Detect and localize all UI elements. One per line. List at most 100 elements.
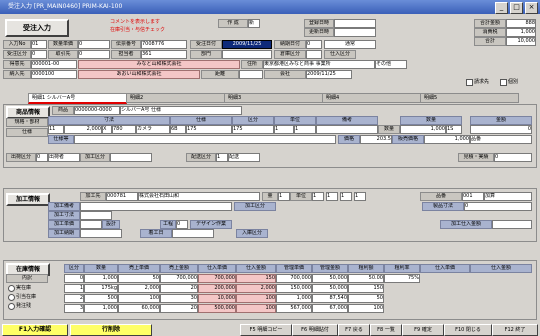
shiyou-field[interactable] (74, 135, 336, 144)
zaiko-cell[interactable]: 700,000 (276, 274, 312, 283)
haisou-field[interactable]: 1 (216, 153, 228, 162)
zaiko-cell[interactable]: 700,000 (198, 274, 236, 283)
kyori-field[interactable] (239, 70, 263, 79)
maximize-icon[interactable]: □ (510, 2, 523, 14)
shouhin-cell-5[interactable]: カメラ (136, 125, 170, 134)
zaiko-cell[interactable]: 150,000 (276, 284, 312, 293)
f7-back-button[interactable]: F7 戻る (338, 324, 370, 336)
zaiko-cell[interactable]: 50 (118, 274, 160, 283)
kako-field[interactable] (110, 153, 152, 162)
zaiko-cell[interactable]: 175kg (84, 284, 118, 293)
row2-field-4[interactable] (222, 50, 272, 59)
kakou-hinban-field[interactable]: 001 (462, 192, 484, 201)
kakou-tani-field[interactable]: 1 (312, 192, 324, 201)
deadline-field[interactable]: 0 (306, 40, 322, 49)
zaiko-cell[interactable]: 200,000 (198, 284, 236, 293)
zaiko-cell[interactable]: 500 (84, 294, 118, 303)
kakou-ryou-field[interactable]: 1 (278, 192, 290, 201)
zaiko-radio-2[interactable] (8, 294, 15, 301)
mitsumori-field[interactable]: 0 (494, 153, 532, 162)
zaiko-radio-1[interactable] (8, 285, 15, 292)
shouhin-cell-7[interactable]: 175 (186, 125, 232, 134)
shouhin-cell-9[interactable]: 1 (274, 125, 294, 134)
zaiko-cell[interactable]: 1,000 (276, 294, 312, 303)
kakou-chakou-field[interactable] (172, 229, 214, 238)
denpyo-field[interactable]: 7008776 (141, 40, 187, 49)
kakou-bikou-field[interactable] (80, 202, 232, 211)
kakou-seihin-field[interactable]: 0 (464, 202, 532, 211)
f8-list-button[interactable]: F8 一覧 (370, 324, 402, 336)
zaiko-cell[interactable]: 60,000 (118, 304, 160, 313)
kakou-nouki-field[interactable] (80, 229, 122, 238)
zaiko-cell[interactable]: 500,000 (198, 304, 236, 313)
tab-meisai-5[interactable]: 明細5 (420, 93, 519, 103)
zaiko-cell[interactable]: 50,000 (312, 274, 348, 283)
zaiko-cell[interactable]: 567,000 (276, 304, 312, 313)
shouhin-cell-10[interactable]: 1 (294, 125, 316, 134)
row2-field-3[interactable]: 361 (141, 50, 187, 59)
tab-meisai-1[interactable]: 明細1 シルバーA号 (28, 93, 127, 104)
row2-field-2[interactable]: 0 (78, 50, 110, 59)
zaiko-cell[interactable]: 100 (236, 294, 276, 303)
kazu-field[interactable]: 0 (78, 40, 110, 49)
zaiko-cell[interactable]: 10,000 (198, 294, 236, 303)
hanbai-field[interactable]: 1,000 (424, 135, 470, 144)
kubun-field[interactable]: 通常 (324, 40, 376, 49)
shouhin-cell-14[interactable]: 1S (446, 125, 462, 134)
nounyu-code-field[interactable]: 0000100 (31, 70, 77, 79)
zaiko-radio-3[interactable] (8, 303, 15, 310)
zaiko-cell[interactable]: 20 (160, 284, 198, 293)
zaiko-cell[interactable]: 50 (348, 294, 384, 303)
shouhin-cell-6[interactable]: 6B (170, 125, 186, 134)
zaiko-cell[interactable]: 2 (64, 294, 84, 303)
zaiko-cell[interactable]: 150 (348, 284, 384, 293)
zaiko-cell[interactable]: 0 (64, 274, 84, 283)
f3-delete-row-button[interactable]: 行削除 (70, 324, 152, 336)
kakou-kotei-field[interactable]: 0 (176, 220, 188, 229)
zaiko-cell[interactable]: 700,000 (160, 274, 198, 283)
zaiko-cell[interactable]: 100 (236, 304, 276, 313)
kakou-r2[interactable]: 1 (340, 192, 352, 201)
kakou-sunpo-field[interactable] (80, 211, 112, 220)
shouhin-cell-2[interactable]: 2,000 (64, 125, 102, 134)
zaiko-cell[interactable]: 1 (64, 284, 84, 293)
shouhin-cell-4[interactable]: 780 (112, 125, 136, 134)
kakou-kakaku-field[interactable] (80, 220, 102, 229)
zaiko-cell[interactable]: 67,000 (312, 304, 348, 313)
zaiko-cell[interactable]: 50,000 (312, 284, 348, 293)
seikyu-checkbox[interactable] (466, 79, 473, 86)
f5-copy-button[interactable]: F5 明細コピー (240, 324, 292, 336)
shouhin-cell-13[interactable]: 1,000 (400, 125, 446, 134)
row2-field-1[interactable]: 0 (31, 50, 47, 59)
kakou-shiire-field[interactable] (492, 220, 532, 229)
f6-paste-button[interactable]: F6 明細貼付 (292, 324, 338, 336)
kobetsu-checkbox[interactable] (500, 79, 507, 86)
zaiko-cell[interactable]: 50.00 (348, 274, 384, 283)
shukka-field[interactable]: 0 (36, 153, 48, 162)
zaiko-cell[interactable]: 150 (236, 274, 276, 283)
zaiko-cell[interactable]: 100 (118, 294, 160, 303)
nyuryoku-field[interactable]: 01 (31, 40, 47, 49)
f9-commit-button[interactable]: F9 確定 (402, 324, 444, 336)
zaiko-cell[interactable]: 20 (160, 304, 198, 313)
tab-meisai-4[interactable]: 明細4 (322, 93, 421, 103)
zaiko-cell[interactable]: 87,540 (312, 294, 348, 303)
zaiko-cell[interactable]: 1,000 (84, 304, 118, 313)
close-icon[interactable]: × (525, 2, 538, 14)
zaiko-cell[interactable]: 1,000 (84, 274, 118, 283)
shouhin-code-field[interactable]: 0000000-0000 (74, 106, 120, 115)
zaiko-cell[interactable]: 30 (160, 294, 198, 303)
minimize-icon[interactable]: _ (495, 2, 508, 14)
tab-meisai-2[interactable]: 明細2 (126, 93, 225, 103)
shouhin-cell-8[interactable]: 175 (232, 125, 274, 134)
date-field[interactable]: 2009/11/25 (222, 40, 272, 49)
zaiko-cell[interactable]: 3 (64, 304, 84, 313)
f12-exit-button[interactable]: F12 終了 (492, 324, 538, 336)
zaiko-cell[interactable]: 100 (348, 304, 384, 313)
zaiko-cell[interactable]: 75% (384, 274, 420, 283)
tokui-code-field[interactable]: 000001-00 (31, 60, 77, 69)
kakaku-field[interactable]: 203.5 (360, 135, 392, 144)
shouhin-cell-1[interactable]: 11 (48, 125, 64, 134)
tab-meisai-3[interactable]: 明細3 (224, 93, 323, 103)
kaisha-field[interactable]: 2009/11/25 (306, 70, 352, 79)
